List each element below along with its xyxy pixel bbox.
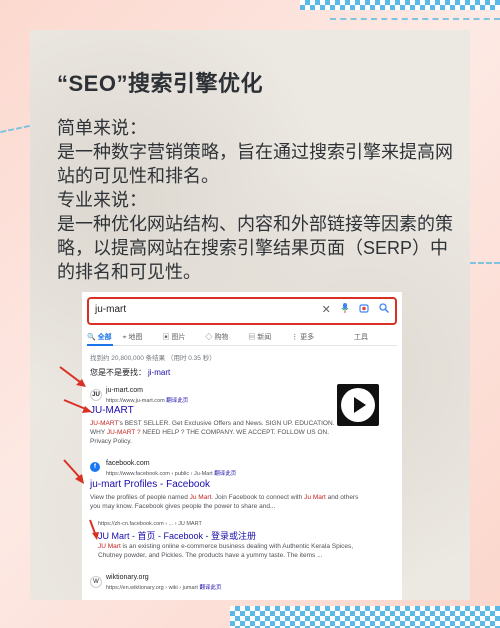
- decor-dash-top: [330, 18, 500, 20]
- tabs-divider: [87, 345, 397, 346]
- result-3-title[interactable]: JU Mart - 首页 - Facebook - 登录或注册: [98, 529, 256, 542]
- tools-button[interactable]: 工具: [354, 332, 368, 342]
- search-actions: ✕: [315, 303, 390, 316]
- clear-icon[interactable]: ✕: [322, 304, 331, 316]
- pro-text: 是一种优化网站结构、内容和外部链接等因素的策略，以提高网站在搜索引擎结果页面（S…: [57, 214, 453, 282]
- result-4-translate[interactable]: 翻译此页: [199, 585, 221, 591]
- result-1-translate[interactable]: 翻译此页: [166, 398, 188, 404]
- tab-images[interactable]: ▣ 图片: [162, 334, 194, 341]
- pro-label: 专业来说：: [57, 190, 147, 210]
- arrow-icon: [63, 399, 92, 413]
- search-input[interactable]: ju-mart: [95, 304, 126, 315]
- result-3-snippet: JU Mart is an existing online e-commerce…: [98, 543, 354, 559]
- result-2-translate[interactable]: 翻译此页: [214, 471, 236, 477]
- result-4-url: https://en.wiktionary.org › wiki › jumar…: [106, 585, 222, 591]
- did-you-mean-link[interactable]: ji-mart: [148, 368, 170, 377]
- did-you-mean-label: 您是不是要找：: [90, 368, 146, 377]
- video-thumbnail[interactable]: [337, 384, 379, 426]
- result-2-snippet: View the profiles of people named Ju Mar…: [90, 494, 359, 510]
- lens-icon[interactable]: [359, 304, 372, 316]
- simple-label: 简单来说：: [57, 118, 147, 138]
- result-3-url: https://zh-cn.facebook.com › ... › JU MA…: [98, 521, 202, 527]
- arrow-icon: [89, 519, 99, 540]
- decor-checker-bottom: [230, 606, 500, 628]
- did-you-mean: 您是不是要找： ji-mart: [90, 367, 170, 378]
- tab-more[interactable]: ⋮ 更多: [291, 334, 323, 341]
- search-screenshot: ju-mart ✕ 🔍 全部 ⌖ 地图 ▣ 图片 ◇ 购物 ▤ 新闻 ⋮ 更多 …: [82, 292, 402, 600]
- tab-maps[interactable]: ⌖ 地图: [123, 334, 152, 341]
- arrow-icon: [59, 366, 86, 387]
- result-1-title[interactable]: JU-MART: [90, 405, 134, 416]
- result-2-url: https://www.facebook.com › public › Ju-M…: [106, 471, 237, 477]
- result-1-snippet: JU-MART's BEST SELLER. Get Exclusive Off…: [90, 420, 335, 445]
- tab-all[interactable]: 🔍 全部: [87, 334, 112, 341]
- poster-title: “SEO”搜索引擎优化: [57, 71, 263, 96]
- tab-all-underline: [87, 344, 113, 346]
- pro-section: 专业来说： 是一种优化网站结构、内容和外部链接等因素的策略，以提高网站在搜索引擎…: [57, 188, 457, 284]
- facebook-favicon: f: [90, 462, 100, 472]
- arrow-icon: [63, 459, 84, 484]
- simple-text: 是一种数字营销策略，旨在通过搜索引擎来提高网站的可见性和排名。: [57, 142, 453, 186]
- result-stats: 找到约 20,800,000 条结果 （用时 0.35 秒）: [90, 355, 216, 362]
- tab-shopping[interactable]: ◇ 购物: [205, 334, 237, 341]
- result-1-url: https://www.ju-mart.com 翻译此页: [106, 398, 189, 404]
- result-4-site: wiktionary.org: [106, 574, 149, 581]
- search-icon[interactable]: [379, 303, 390, 316]
- decor-checker-top: [300, 0, 500, 10]
- wiktionary-favicon: W: [90, 576, 102, 588]
- result-2-site: facebook.com: [106, 460, 150, 467]
- result-2-title[interactable]: ju-mart Profiles - Facebook: [90, 479, 210, 490]
- decor-dash-right: [470, 262, 500, 264]
- result-1-site: ju-mart.com: [106, 387, 143, 394]
- tab-news[interactable]: ▤ 新闻: [248, 334, 280, 341]
- simple-section: 简单来说： 是一种数字营销策略，旨在通过搜索引擎来提高网站的可见性和排名。: [57, 116, 457, 188]
- mic-icon[interactable]: [341, 303, 352, 316]
- search-box[interactable]: ju-mart ✕: [87, 297, 397, 325]
- search-tabs: 🔍 全部 ⌖ 地图 ▣ 图片 ◇ 购物 ▤ 新闻 ⋮ 更多 工具: [87, 332, 397, 346]
- play-icon: [341, 388, 375, 422]
